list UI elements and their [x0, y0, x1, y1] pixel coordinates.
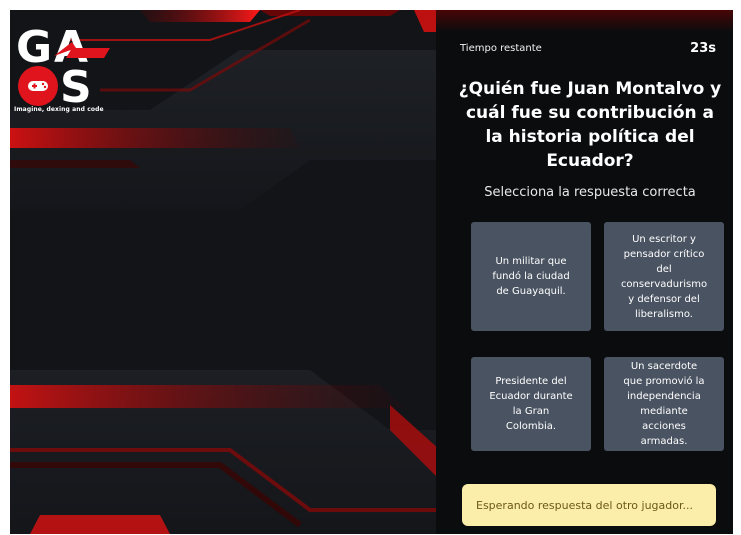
answer-option-3[interactable]: Presidente del Ecuador durante la Gran C…	[471, 357, 591, 451]
waiting-status-banner: Esperando respuesta del otro jugador...	[462, 484, 716, 526]
answer-option-2[interactable]: Un escritor y pensador crítico del conse…	[604, 222, 724, 331]
logo-letter-g: G	[16, 22, 52, 73]
answer-option-4[interactable]: Un sacerdote que promovió la independenc…	[604, 357, 724, 451]
instruction-text: Selecciona la respuesta correcta	[484, 185, 696, 200]
answer-option-label: Un escritor y pensador crítico del conse…	[620, 233, 708, 320]
answer-option-label: Un sacerdote que promovió la independenc…	[623, 361, 705, 447]
waiting-status-text: Esperando respuesta del otro jugador...	[476, 498, 693, 512]
game-screen: G A S Imagine, dexing and code Tiempo re…	[10, 10, 733, 534]
logo-tagline: Imagine, dexing and code	[14, 106, 104, 113]
answer-option-label: Un militar que fundó la ciudad de Guayaq…	[492, 256, 570, 297]
panel-top-glow	[436, 10, 733, 32]
question-text: ¿Quién fue Juan Montalvo y cuál fue su c…	[458, 79, 722, 171]
answer-option-1[interactable]: Un militar que fundó la ciudad de Guayaq…	[471, 222, 591, 331]
answer-option-label: Presidente del Ecuador durante la Gran C…	[489, 376, 573, 432]
timer-value: 23s	[690, 41, 716, 56]
timer: Tiempo restante 23s	[460, 41, 716, 57]
timer-label: Tiempo restante	[460, 43, 542, 54]
question-panel: Tiempo restante 23s ¿Quién fue Juan Mont…	[436, 10, 733, 534]
